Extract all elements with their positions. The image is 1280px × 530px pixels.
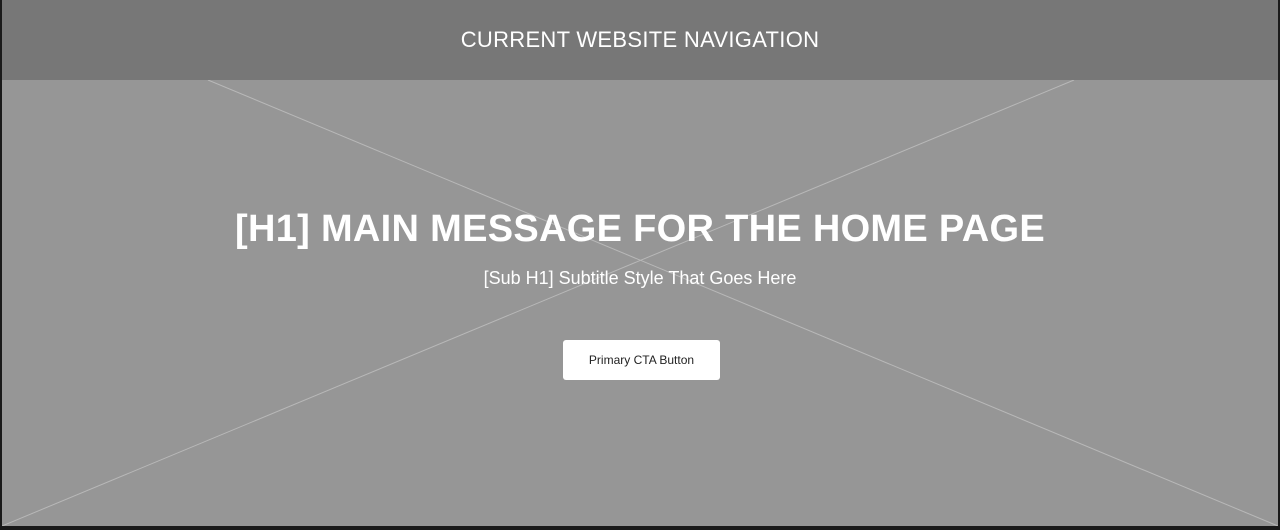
page-title: [H1] MAIN MESSAGE FOR THE HOME PAGE [235,208,1045,250]
hero-content: [H1] MAIN MESSAGE FOR THE HOME PAGE [Sub… [2,80,1278,526]
site-navigation: CURRENT WEBSITE NAVIGATION [2,0,1278,80]
primary-cta-button[interactable]: Primary CTA Button [563,340,720,380]
navigation-label: CURRENT WEBSITE NAVIGATION [460,27,820,52]
hero-section: [H1] MAIN MESSAGE FOR THE HOME PAGE [Sub… [2,80,1278,526]
page-frame: CURRENT WEBSITE NAVIGATION [H1] MAIN MES… [0,0,1280,528]
page-subtitle: [Sub H1] Subtitle Style That Goes Here [483,268,797,288]
